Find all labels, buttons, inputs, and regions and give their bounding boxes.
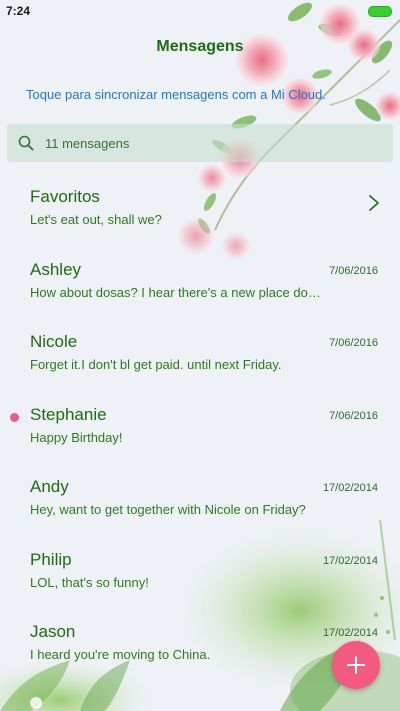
plus-icon bbox=[347, 656, 365, 674]
conversation-item-ashley[interactable]: Ashley 7/06/2016 How about dosas? I hear… bbox=[0, 249, 400, 322]
contact-name: Jason bbox=[30, 622, 76, 641]
contact-name: Stephanie bbox=[30, 404, 107, 424]
status-time: 7:24 bbox=[6, 4, 31, 18]
search-icon bbox=[18, 135, 34, 151]
chevron-right-icon bbox=[369, 195, 379, 211]
new-message-button[interactable] bbox=[332, 641, 380, 689]
message-preview: Let's eat out, shall we? bbox=[30, 212, 162, 227]
message-preview: Forget it.I don't bl get paid. until nex… bbox=[30, 357, 282, 372]
message-preview: Hey, want to get together with Nicole on… bbox=[30, 502, 306, 517]
contact-name: Andy bbox=[30, 477, 69, 496]
message-date: 17/02/2014 bbox=[322, 554, 378, 567]
message-preview: I heard you're moving to China. bbox=[30, 647, 211, 662]
conversation-list: Favoritos Let's eat out, shall we? Ashle… bbox=[0, 176, 400, 684]
search-bar[interactable]: 11 mensagens bbox=[7, 124, 393, 162]
sync-mi-cloud-link[interactable]: Toque para sincronizar mensagens com a M… bbox=[26, 87, 326, 102]
contact-name: Nicole bbox=[30, 332, 78, 351]
battery-icon bbox=[368, 6, 392, 17]
conversation-item-philip[interactable]: Philip 17/02/2014 LOL, that's so funny! bbox=[0, 539, 400, 612]
contact-name: Philip bbox=[30, 549, 72, 569]
contact-name: Ashley bbox=[30, 259, 82, 279]
message-preview: LOL, that's so funny! bbox=[30, 574, 149, 590]
message-date: 17/02/2014 bbox=[322, 627, 378, 639]
message-date: 17/02/2014 bbox=[322, 482, 378, 494]
status-bar: 7:24 bbox=[0, 0, 400, 24]
message-preview: Happy Birthday! bbox=[30, 429, 123, 445]
contact-name: Favoritos bbox=[30, 187, 100, 206]
conversation-item-stephanie[interactable]: Stephanie 7/06/2016 Happy Birthday! bbox=[0, 394, 400, 467]
message-date: 7/06/2016 bbox=[329, 337, 378, 349]
conversation-item-favoritos[interactable]: Favoritos Let's eat out, shall we? bbox=[0, 176, 400, 249]
unread-indicator bbox=[10, 412, 19, 422]
message-date: 7/06/2016 bbox=[329, 409, 378, 422]
conversation-item-nicole[interactable]: Nicole 7/06/2016 Forget it.I don't bl ge… bbox=[0, 321, 400, 394]
search-count-text: 11 mensagens bbox=[45, 136, 130, 151]
message-date: 7/06/2016 bbox=[329, 264, 378, 277]
message-preview: How about dosas? I hear there's a new pl… bbox=[30, 284, 321, 300]
conversation-item-andy[interactable]: Andy 17/02/2014 Hey, want to get togethe… bbox=[0, 466, 400, 539]
page-title: Mensagens bbox=[156, 38, 244, 55]
